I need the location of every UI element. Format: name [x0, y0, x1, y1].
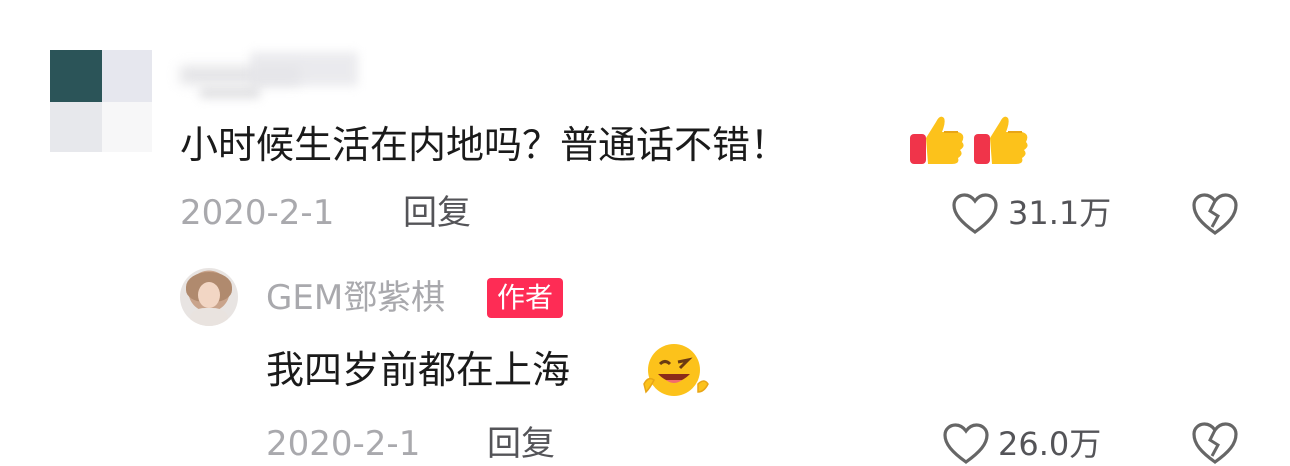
thumbs-up-icon	[910, 116, 964, 164]
comment-text: 小时候生活在内地吗？普通话不错！	[180, 122, 788, 168]
comment-date: 2020-2-1	[180, 193, 335, 233]
reply-text-content: 我四岁前都在上海	[266, 348, 571, 392]
reply-like-count: 26.0万	[998, 425, 1102, 463]
like-count: 31.1万	[1008, 194, 1112, 232]
broken-heart-dislike-icon[interactable]	[1190, 191, 1240, 237]
author-badge: 作者	[487, 278, 564, 318]
author-name[interactable]: GEM鄧紫棋	[266, 278, 445, 318]
reply-text: 我四岁前都在上海	[266, 347, 570, 393]
heart-like-icon[interactable]	[951, 192, 999, 236]
thumbs-up-icon	[974, 116, 1028, 164]
commenter-avatar[interactable]	[50, 50, 152, 152]
heart-like-icon[interactable]	[942, 422, 990, 466]
broken-heart-dislike-icon[interactable]	[1190, 420, 1240, 466]
author-avatar[interactable]	[180, 268, 238, 326]
comment-text-content: 小时候生活在内地吗？普通话不错！	[180, 123, 789, 167]
reply-date: 2020-2-1	[266, 424, 421, 464]
reply-to-reply-button[interactable]: 回复	[487, 424, 555, 464]
commenter-name-blurred[interactable]	[180, 52, 358, 98]
reply-button[interactable]: 回复	[403, 193, 471, 233]
wink-face-icon	[643, 344, 709, 396]
